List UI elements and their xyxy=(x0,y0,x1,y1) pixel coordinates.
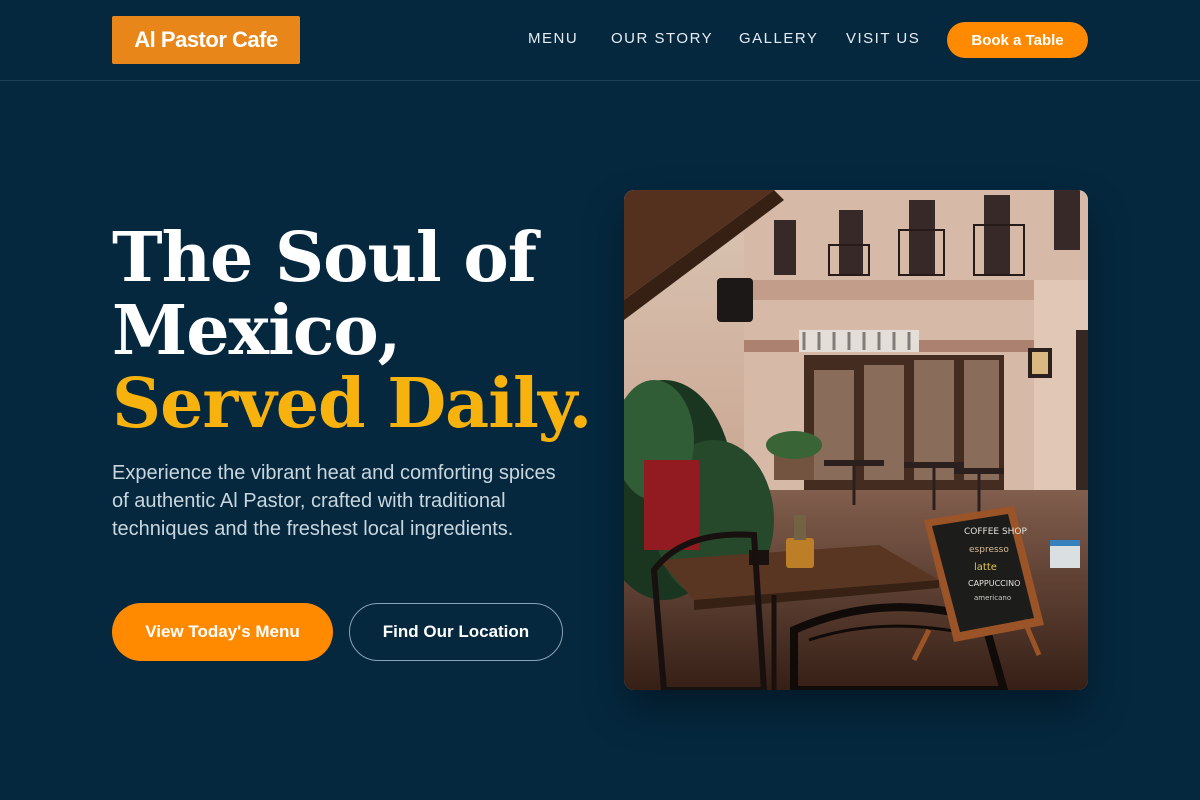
hero-title-accent: Served Daily. xyxy=(112,364,592,444)
cafe-street-illustration: COFFEE SHOP espresso latte CAPPUCCINO am… xyxy=(624,190,1088,690)
site-header: Al Pastor Cafe MENU OUR STORY GALLERY VI… xyxy=(0,0,1200,81)
hero-title-line1: The Soul of xyxy=(112,218,537,298)
nav-our-story[interactable]: OUR STORY xyxy=(611,30,713,47)
hero-title: The Soul of Mexico, Served Daily. xyxy=(112,222,592,441)
hero-subtitle: Experience the vibrant heat and comforti… xyxy=(112,462,556,540)
view-menu-button[interactable]: View Today's Menu xyxy=(112,603,333,661)
nav-gallery[interactable]: GALLERY xyxy=(739,30,818,47)
hero-title-line2: Mexico, xyxy=(112,291,401,371)
book-table-button[interactable]: Book a Table xyxy=(947,22,1088,58)
nav-visit-us[interactable]: VISIT US xyxy=(846,30,920,47)
hero-photo: COFFEE SHOP espresso latte CAPPUCCINO am… xyxy=(624,190,1088,690)
nav-menu[interactable]: MENU xyxy=(528,30,578,47)
find-location-button[interactable]: Find Our Location xyxy=(349,603,563,661)
